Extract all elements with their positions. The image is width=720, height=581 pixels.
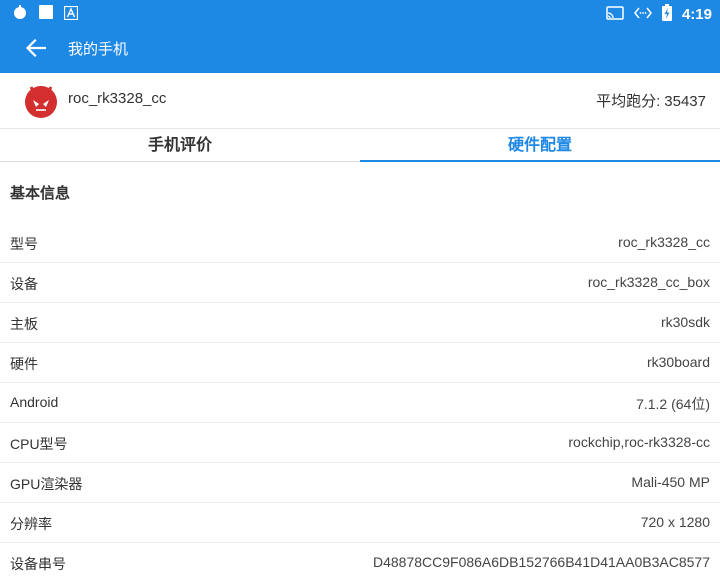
info-label: 分辨率 <box>10 516 52 532</box>
info-list: 型号 roc_rk3328_cc 设备 roc_rk3328_cc_box 主板… <box>0 223 720 581</box>
device-header: roc_rk3328_cc 平均跑分: 35437 <box>0 73 720 129</box>
score-value: 35437 <box>664 93 706 110</box>
info-value: roc_rk3328_cc_box <box>587 274 710 290</box>
arrow-left-icon <box>25 38 47 61</box>
score-label: 平均跑分: <box>596 93 661 110</box>
info-row-cpu-model: CPU型号 rockchip,roc-rk3328-cc <box>0 423 720 463</box>
status-bar-system: 4:19 <box>606 3 712 25</box>
info-label: CPU型号 <box>10 436 68 452</box>
info-row-resolution: 分辨率 720 x 1280 <box>0 503 720 543</box>
info-label: 主板 <box>10 316 38 332</box>
info-value: rockchip,roc-rk3328-cc <box>568 434 710 450</box>
tab-bar: 手机评价 硬件配置 <box>0 130 720 162</box>
info-label: 设备串号 <box>10 556 66 572</box>
info-row-gpu-renderer: GPU渲染器 Mali-450 MP <box>0 463 720 503</box>
info-label: 设备 <box>10 276 38 292</box>
page-title: 我的手机 <box>68 40 129 58</box>
average-score: 平均跑分: 35437 <box>596 90 706 111</box>
info-value: D48878CC9F086A6DB152766B41D41AA0B3AC8577 <box>372 554 710 570</box>
status-bar: 4:19 <box>0 0 720 28</box>
ethernet-icon <box>634 5 652 24</box>
status-bar-notifications <box>12 4 79 24</box>
info-value: rk30board <box>646 354 710 370</box>
info-row-hardware: 硬件 rk30board <box>0 343 720 383</box>
cast-icon <box>606 5 624 24</box>
info-row-device: 设备 roc_rk3328_cc_box <box>0 263 720 303</box>
info-label: GPU渲染器 <box>10 476 83 492</box>
battery-charging-icon <box>661 3 672 25</box>
text-notification-icon <box>63 5 79 24</box>
info-row-board: 主板 rk30sdk <box>0 303 720 343</box>
back-button[interactable] <box>22 36 50 64</box>
status-time: 4:19 <box>681 5 712 23</box>
info-value: roc_rk3328_cc <box>618 234 710 250</box>
app-notification-icon <box>12 4 28 24</box>
antutu-logo-icon <box>22 81 60 119</box>
active-tab-indicator <box>360 160 720 162</box>
square-notification-icon <box>38 4 54 24</box>
info-value: Mali-450 MP <box>631 474 710 490</box>
info-row-model: 型号 roc_rk3328_cc <box>0 223 720 263</box>
info-value: 720 x 1280 <box>640 514 710 530</box>
info-label: 硬件 <box>10 356 38 372</box>
tab-hardware-config[interactable]: 硬件配置 <box>360 130 720 162</box>
info-value: rk30sdk <box>660 314 710 330</box>
app-bar: 我的手机 <box>0 28 720 73</box>
device-name: roc_rk3328_cc <box>68 90 167 107</box>
info-row-android: Android 7.1.2 (64位) <box>0 383 720 423</box>
info-label: Android <box>10 394 59 410</box>
info-label: 型号 <box>10 236 38 252</box>
info-row-serial: 设备串号 D48878CC9F086A6DB152766B41D41AA0B3A… <box>0 543 720 581</box>
tab-phone-review[interactable]: 手机评价 <box>0 130 360 162</box>
info-value: 7.1.2 (64位) <box>636 396 710 412</box>
section-title-basic-info: 基本信息 <box>10 184 71 202</box>
